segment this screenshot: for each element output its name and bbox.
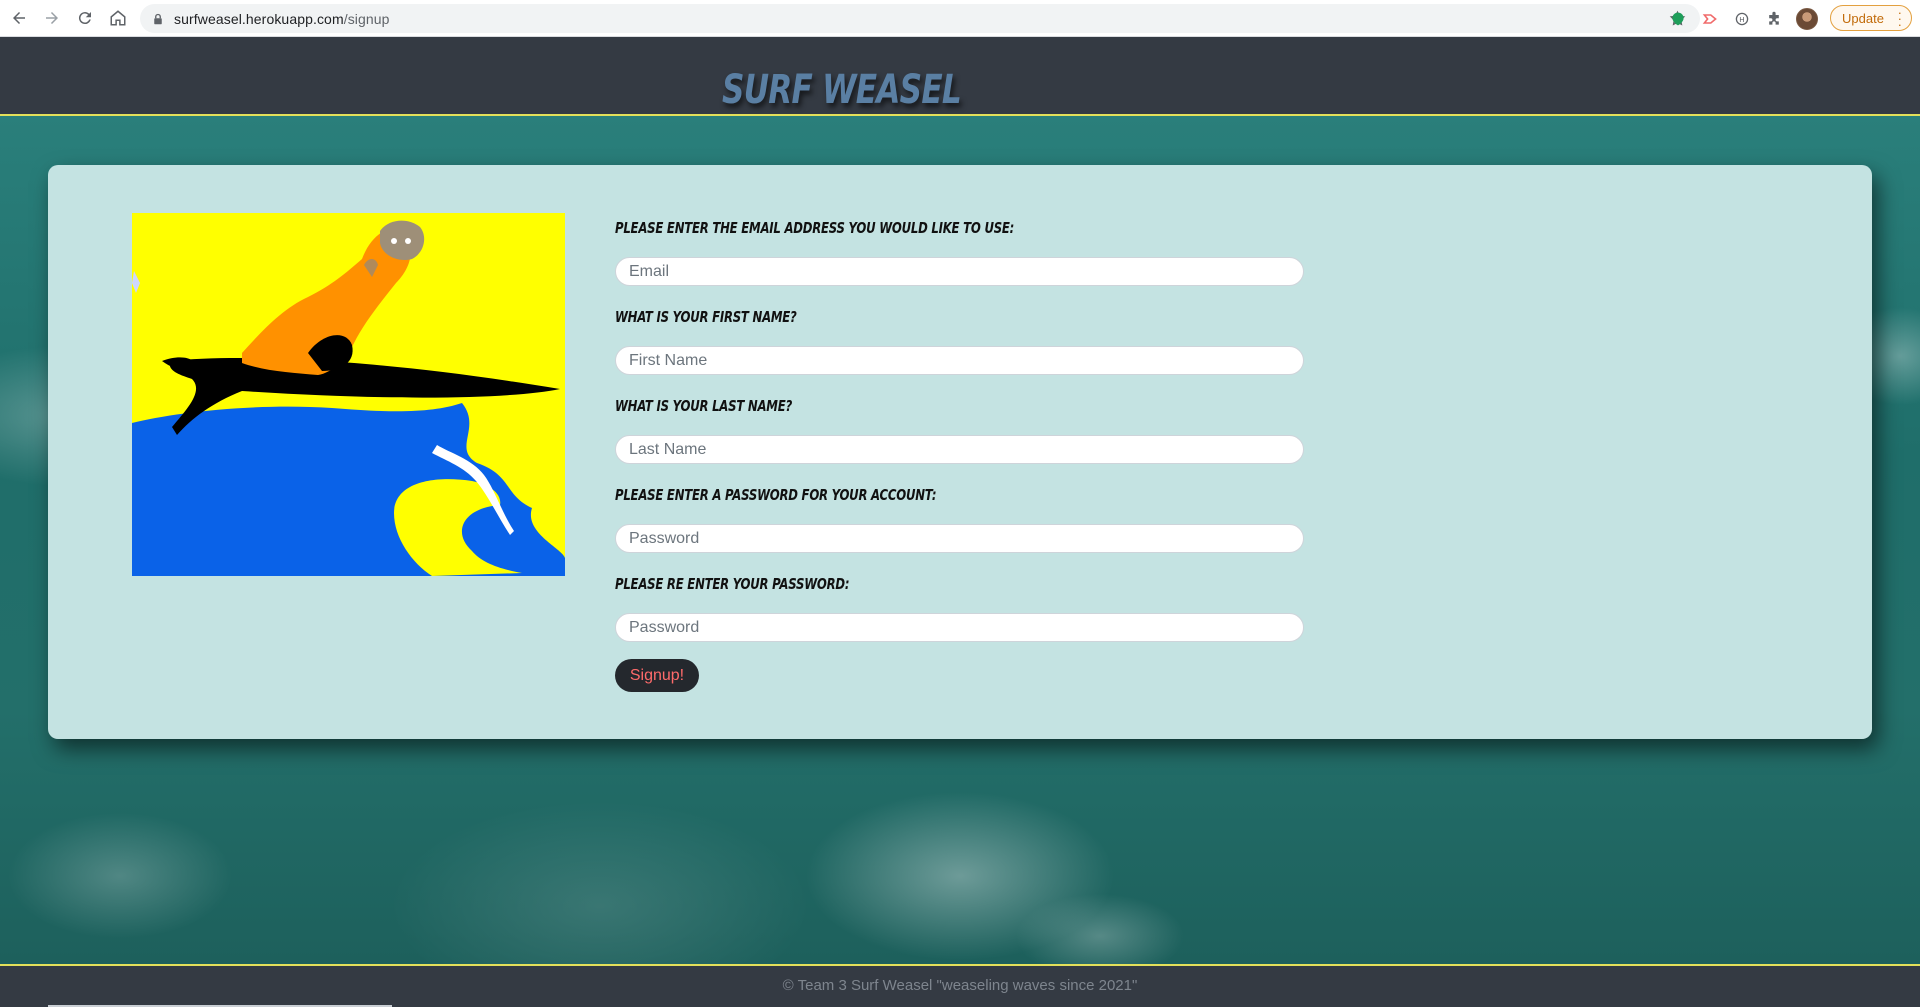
password-label: Please enter a password for your account…: [615, 486, 937, 504]
extension-circle-icon[interactable]: H: [1732, 9, 1752, 29]
first-name-field[interactable]: [615, 346, 1304, 375]
profile-avatar[interactable]: [1796, 7, 1818, 30]
last-name-field[interactable]: [615, 435, 1304, 464]
signup-button[interactable]: Signup!: [615, 659, 699, 692]
puzzle-icon[interactable]: [1764, 9, 1784, 29]
extensions-area: H: [1668, 0, 1818, 37]
password-field[interactable]: [615, 524, 1304, 553]
first-name-label: What is your first name?: [615, 308, 797, 326]
address-bar[interactable]: surfweasel.herokuapp.com/signup: [140, 4, 1700, 33]
url-path: /signup: [343, 10, 390, 27]
forward-arrow-icon: [46, 12, 58, 24]
site-header: Surf Weasel: [0, 37, 1920, 116]
extension-green-icon[interactable]: [1668, 9, 1688, 29]
back-arrow-icon: [13, 12, 25, 24]
home-icon: [110, 10, 126, 26]
url-host: surfweasel.herokuapp.com: [174, 10, 344, 27]
password-confirm-label: Please re enter your password:: [615, 575, 850, 593]
url-text: surfweasel.herokuapp.com/signup: [174, 11, 390, 27]
email-field[interactable]: [615, 257, 1304, 286]
reload-button[interactable]: [71, 4, 99, 32]
browser-toolbar: surfweasel.herokuapp.com/signup H Update…: [0, 0, 1920, 37]
svg-text:H: H: [1739, 14, 1744, 23]
lock-icon: [152, 12, 166, 26]
back-button[interactable]: [5, 4, 33, 32]
signup-card: Please enter the email address you would…: [48, 165, 1872, 739]
forward-button[interactable]: [38, 4, 66, 32]
email-label: Please enter the email address you would…: [615, 219, 1015, 237]
reload-icon: [78, 12, 91, 25]
home-button[interactable]: [104, 4, 132, 32]
kebab-menu-icon: · · ·: [1897, 5, 1902, 32]
password-confirm-field[interactable]: [615, 613, 1304, 642]
update-button[interactable]: Update · · ·: [1830, 5, 1912, 31]
update-label: Update: [1842, 10, 1884, 26]
footer-copyright: © Team 3 Surf Weasel "weaseling waves si…: [782, 977, 1138, 994]
extension-red-icon[interactable]: [1700, 9, 1720, 29]
site-title[interactable]: Surf Weasel: [722, 67, 962, 113]
surfing-weasel-image: [132, 213, 565, 576]
last-name-label: What is your last name?: [615, 397, 793, 415]
site-footer: © Team 3 Surf Weasel "weaseling waves si…: [0, 964, 1920, 1007]
